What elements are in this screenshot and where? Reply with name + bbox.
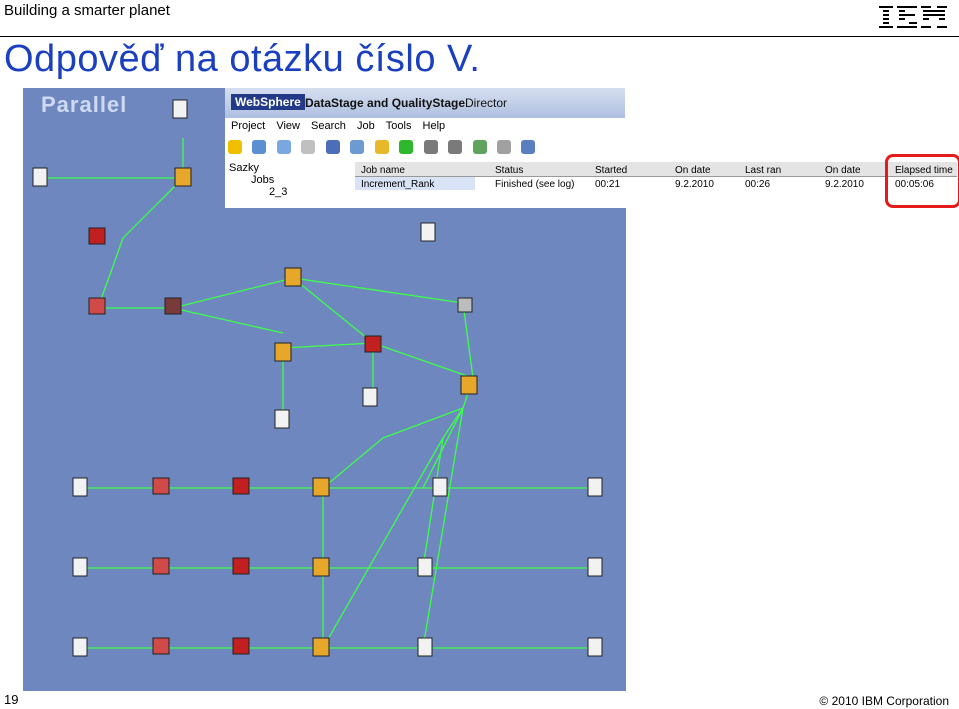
table-header bbox=[355, 162, 957, 177]
menu-tools[interactable]: Tools bbox=[386, 120, 412, 132]
toolbar bbox=[225, 138, 625, 158]
cell-job-name[interactable]: Increment_Rank bbox=[361, 179, 434, 190]
window-name: Director bbox=[465, 96, 508, 110]
parallel-label: Parallel bbox=[41, 92, 128, 117]
col-started[interactable]: Started bbox=[595, 165, 627, 176]
header-divider bbox=[0, 36, 959, 37]
cell-status: Finished (see log) bbox=[495, 179, 575, 190]
menu-help[interactable]: Help bbox=[423, 120, 446, 132]
director-window: WebSphere DataStage and QualityStage Dir… bbox=[225, 88, 959, 208]
options-icon[interactable] bbox=[496, 140, 511, 154]
col-status[interactable]: Status bbox=[495, 165, 523, 176]
sort-icon[interactable] bbox=[350, 140, 365, 154]
menu-view[interactable]: View bbox=[276, 120, 300, 132]
menu-job[interactable]: Job bbox=[357, 120, 375, 132]
tree-node-2-3[interactable]: 2_3 bbox=[269, 186, 355, 198]
schedule-icon[interactable] bbox=[301, 140, 316, 154]
page-number: 19 bbox=[4, 692, 19, 707]
websphere-brand: WebSphere bbox=[231, 94, 305, 110]
ibm-logo bbox=[879, 4, 949, 37]
stop-icon[interactable] bbox=[423, 140, 438, 154]
jobs-table: Job name Status Started On date Last ran… bbox=[355, 162, 957, 208]
monitor-icon[interactable] bbox=[472, 140, 487, 154]
cell-on-date: 9.2.2010 bbox=[675, 179, 714, 190]
tree-node-sazky[interactable]: Sazky bbox=[229, 162, 355, 174]
copyright: © 2010 IBM Corporation bbox=[819, 694, 949, 708]
view-icon[interactable] bbox=[374, 140, 389, 154]
tree-node-jobs[interactable]: Jobs bbox=[251, 174, 355, 186]
cell-started: 00:21 bbox=[595, 179, 621, 190]
header-tagline: Building a smarter planet bbox=[4, 2, 170, 19]
col-on-date-2[interactable]: On date bbox=[825, 165, 861, 176]
elapsed-time-highlight bbox=[885, 154, 959, 208]
page-title: Odpověď na otázku číslo V. bbox=[4, 38, 481, 80]
cell-on-date-2: 9.2.2010 bbox=[825, 179, 864, 190]
cell-last-ran: 00:26 bbox=[745, 179, 771, 190]
product-name: DataStage and QualityStage bbox=[305, 96, 466, 110]
help-icon[interactable] bbox=[521, 140, 536, 154]
job-tree: Sazky Jobs 2_3 bbox=[225, 162, 355, 208]
refresh-icon[interactable] bbox=[276, 140, 291, 154]
menu-search[interactable]: Search bbox=[311, 120, 346, 132]
col-on-date[interactable]: On date bbox=[675, 165, 711, 176]
reset-icon[interactable] bbox=[448, 140, 463, 154]
filter-icon[interactable] bbox=[325, 140, 340, 154]
print-icon[interactable] bbox=[252, 140, 267, 154]
open-icon[interactable] bbox=[228, 140, 242, 154]
director-titlebar: WebSphere DataStage and QualityStage Dir… bbox=[225, 88, 625, 118]
col-job-name[interactable]: Job name bbox=[361, 165, 405, 176]
col-last-ran[interactable]: Last ran bbox=[745, 165, 781, 176]
menu-project[interactable]: Project bbox=[231, 120, 265, 132]
menu-bar: Project View Search Job Tools Help bbox=[225, 120, 625, 136]
run-icon[interactable] bbox=[399, 140, 414, 154]
